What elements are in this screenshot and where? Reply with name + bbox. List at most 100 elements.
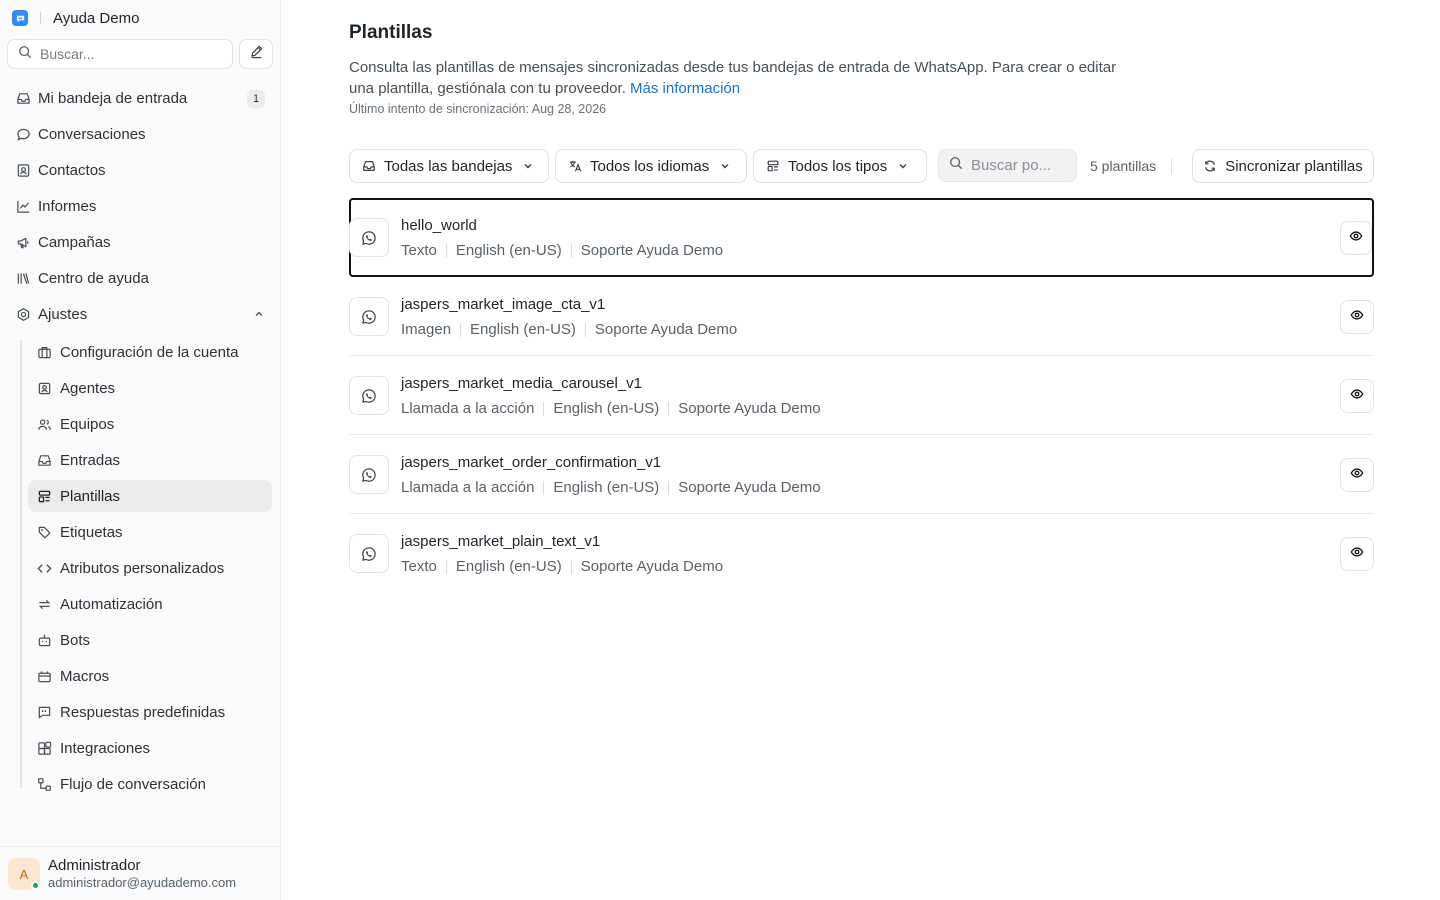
- inbox-filter-label: Todas las bandejas: [384, 157, 513, 175]
- user-email: administrador@ayudademo.com: [48, 875, 237, 890]
- settings-item-label: Respuestas predefinidas: [60, 703, 226, 721]
- settings-item-conversation-flow[interactable]: Flujo de conversación: [28, 768, 272, 800]
- user-name: Administrador: [48, 857, 141, 874]
- settings-item-label: Integraciones: [60, 739, 151, 757]
- template-inbox: Soporte Ayuda Demo: [580, 558, 724, 575]
- search-icon: [949, 156, 963, 175]
- template-icon: [36, 488, 52, 504]
- settings-icon: [15, 306, 31, 322]
- eye-icon: [1350, 387, 1364, 406]
- inbox-filter-dropdown[interactable]: Todas las bandejas: [349, 149, 549, 183]
- settings-item-bots[interactable]: Bots: [28, 624, 272, 656]
- template-name: jaspers_market_order_confirmation_v1: [401, 454, 662, 471]
- refresh-icon: [1203, 159, 1217, 173]
- template-type: Llamada a la acción: [401, 400, 535, 417]
- language-filter-dropdown[interactable]: Todos los idiomas: [555, 149, 747, 183]
- inbox-icon: [15, 90, 31, 106]
- brand[interactable]: Ayuda Demo: [12, 9, 139, 27]
- tag-icon: [36, 524, 52, 540]
- last-sync-text: Último intento de sincronización: Aug 28…: [349, 102, 607, 116]
- template-row[interactable]: jaspers_market_image_cta_v1 Imagen Engli…: [349, 277, 1374, 356]
- preview-button[interactable]: [1340, 458, 1374, 492]
- settings-item-labels[interactable]: Etiquetas: [28, 516, 272, 548]
- team-icon: [36, 416, 52, 432]
- template-meta: Texto English (en-US) Soporte Ayuda Demo: [401, 242, 723, 259]
- type-filter-label: Todos los tipos: [788, 157, 888, 175]
- briefcase-icon: [36, 344, 52, 360]
- megaphone-icon: [15, 234, 31, 250]
- settings-item-custom-attributes[interactable]: Atributos personalizados: [28, 552, 272, 584]
- compose-button[interactable]: [239, 39, 273, 69]
- template-count: 5 plantillas: [1090, 158, 1157, 174]
- template-inbox: Soporte Ayuda Demo: [678, 479, 821, 496]
- settings-item-teams[interactable]: Equipos: [28, 408, 272, 440]
- template-search[interactable]: [938, 149, 1077, 182]
- template-row[interactable]: hello_world Texto English (en-US) Soport…: [349, 198, 1374, 277]
- template-type: Imagen: [401, 321, 452, 338]
- settings-tree-line: [20, 340, 22, 788]
- language-filter-label: Todos los idiomas: [590, 157, 710, 175]
- settings-item-canned-responses[interactable]: Respuestas predefinidas: [28, 696, 272, 728]
- type-filter-dropdown[interactable]: Todos los tipos: [753, 149, 927, 183]
- template-name: jaspers_market_media_carousel_v1: [401, 375, 642, 392]
- template-inbox: Soporte Ayuda Demo: [594, 321, 738, 338]
- search-input[interactable]: [40, 46, 210, 62]
- chevron-up-icon: [253, 307, 265, 324]
- template-type: Texto: [401, 558, 437, 575]
- nav-item-campaigns[interactable]: Campañas: [7, 226, 273, 258]
- nav-item-conversations[interactable]: Conversaciones: [7, 118, 273, 150]
- nav-item-help-center[interactable]: Centro de ayuda: [7, 262, 273, 294]
- contact-card-icon: [15, 162, 31, 178]
- nav-item-label: Conversaciones: [38, 125, 146, 143]
- template-meta: Texto English (en-US) Soporte Ayuda Demo: [401, 558, 723, 575]
- preview-button[interactable]: [1340, 300, 1374, 334]
- nav-item-contacts[interactable]: Contactos: [7, 154, 273, 186]
- meta-divider: [445, 559, 447, 574]
- chat-logo-icon: [12, 10, 28, 26]
- code-icon: [36, 560, 52, 576]
- settings-item-templates[interactable]: Plantillas: [28, 480, 272, 512]
- bot-icon: [36, 632, 52, 648]
- template-language: English (en-US): [470, 321, 576, 338]
- integrations-icon: [36, 740, 52, 756]
- brand-divider: [40, 12, 41, 24]
- unread-count-badge: 1: [247, 90, 265, 108]
- meta-divider: [543, 401, 545, 416]
- preview-button[interactable]: [1340, 537, 1374, 571]
- nav-item-settings[interactable]: Ajustes: [7, 298, 273, 330]
- preview-button[interactable]: [1340, 379, 1374, 413]
- template-row[interactable]: jaspers_market_plain_text_v1 Texto Engli…: [349, 514, 1374, 593]
- sync-templates-label: Sincronizar plantillas: [1225, 157, 1363, 175]
- template-name: jaspers_market_plain_text_v1: [401, 533, 601, 550]
- nav-item-inbox[interactable]: Mi bandeja de entrada 1: [7, 82, 273, 114]
- template-row[interactable]: jaspers_market_media_carousel_v1 Llamada…: [349, 356, 1374, 435]
- nav-item-reports[interactable]: Informes: [7, 190, 273, 222]
- settings-item-inboxes[interactable]: Entradas: [28, 444, 272, 476]
- template-meta: Imagen English (en-US) Soporte Ayuda Dem…: [401, 321, 737, 338]
- template-name: jaspers_market_image_cta_v1: [401, 296, 606, 313]
- meta-divider: [445, 243, 447, 258]
- page-title: Plantillas: [349, 22, 433, 43]
- inbox-icon: [362, 159, 376, 173]
- meta-divider: [460, 322, 462, 337]
- preview-button[interactable]: [1340, 221, 1372, 255]
- settings-item-label: Entradas: [60, 451, 121, 469]
- template-row[interactable]: jaspers_market_order_confirmation_v1 Lla…: [349, 435, 1374, 514]
- user-profile[interactable]: A Administrador administrador@ayudademo.…: [0, 846, 281, 900]
- settings-item-agents[interactable]: Agentes: [28, 372, 272, 404]
- settings-item-automation[interactable]: Automatización: [28, 588, 272, 620]
- settings-item-macros[interactable]: Macros: [28, 660, 272, 692]
- template-language: English (en-US): [553, 479, 660, 496]
- sidebar-search[interactable]: [7, 39, 233, 69]
- chevron-down-icon: [719, 160, 731, 172]
- settings-item-label: Equipos: [60, 415, 115, 433]
- settings-item-integrations[interactable]: Integraciones: [28, 732, 272, 764]
- learn-more-link[interactable]: Más información: [630, 80, 740, 97]
- settings-item-account[interactable]: Configuración de la cuenta: [28, 336, 272, 368]
- settings-item-label: Etiquetas: [60, 523, 123, 541]
- template-name: hello_world: [401, 217, 477, 234]
- settings-item-label: Configuración de la cuenta: [60, 343, 239, 361]
- sync-templates-button[interactable]: Sincronizar plantillas: [1192, 149, 1374, 183]
- template-meta: Llamada a la acción English (en-US) Sopo…: [401, 479, 821, 496]
- template-search-input[interactable]: [971, 157, 1071, 174]
